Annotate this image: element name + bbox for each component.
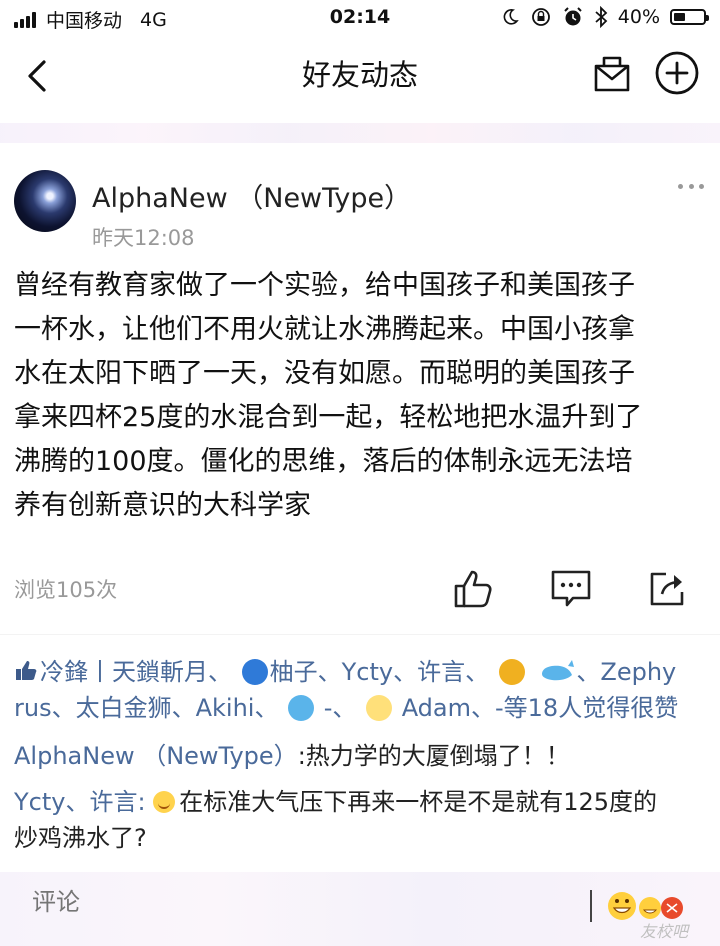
moon-icon: [503, 9, 519, 25]
comment-item[interactable]: AlphaNew （NewType）:热力学的大厦倒塌了！！: [14, 738, 714, 774]
user-badge-icon: [241, 659, 268, 685]
whale-icon: [542, 660, 575, 681]
comment-text: :热力学的大厦倒塌了！！: [297, 742, 570, 770]
view-count: 浏览105次: [14, 578, 118, 602]
comment-text: 在标准大气压下再来一杯是不是就有125度的: [179, 788, 658, 816]
content-line: 拿来四杯25度的水混合到一起，轻松地把水温升到了: [14, 402, 643, 433]
mail-icon[interactable]: [590, 52, 634, 96]
thumbs-up-icon: [16, 661, 37, 680]
smile-emoji-icon: [153, 791, 176, 813]
comment-icon[interactable]: [549, 566, 593, 610]
like-names[interactable]: Adam、-等18人觉得很赞: [402, 694, 679, 722]
status-right: 40%: [500, 6, 709, 28]
share-icon[interactable]: [646, 566, 690, 610]
post-author[interactable]: AlphaNew （NewType）: [92, 176, 411, 215]
alarm-icon: [564, 7, 582, 26]
comment-text: 炒鸡沸水了?: [14, 824, 147, 852]
content-line: 沸腾的100度。僵化的思维，落后的体制永远无法培: [14, 446, 633, 477]
comment-bar: 友校吧: [0, 872, 720, 946]
battery-percent: 40%: [617, 6, 660, 28]
divider: [590, 890, 592, 922]
more-dots-icon[interactable]: [678, 184, 704, 192]
battery-icon: [670, 9, 709, 25]
nav-bar: 好友动态: [0, 36, 720, 116]
cloud-badge-icon: [288, 695, 315, 721]
watermark: 友校吧: [640, 922, 689, 941]
thumbs-up-icon[interactable]: [452, 566, 496, 610]
likes-list: 冷鋒丨天鎖斬月、 柚子、Ycty、许言、 、Zephy rus、太白金狮、Aki…: [14, 654, 714, 726]
comment-input[interactable]: [30, 888, 344, 918]
divider: [0, 634, 720, 635]
status-bar: 中国移动 4G 02:14 40%: [0, 0, 720, 36]
comment-author[interactable]: AlphaNew （NewType）: [14, 742, 298, 770]
comment-item[interactable]: Ycty、许言: 在标准大气压下再来一杯是不是就有125度的 炒鸡沸水了?: [14, 784, 714, 856]
content-line: 曾经有教育家做了一个实验，给中国孩子和美国孩子: [14, 270, 635, 301]
like-names[interactable]: 冷鋒丨天鎖斬月、: [40, 658, 232, 686]
content-line: 一杯水，让他们不用火就让水沸腾起来。中国小孩拿: [14, 314, 635, 345]
header-divider: [0, 123, 720, 143]
like-names[interactable]: 柚子、Ycty、许言、: [270, 658, 489, 686]
crown-badge-icon: [498, 659, 525, 685]
sun-badge-icon: [366, 695, 393, 721]
like-names[interactable]: -、: [324, 694, 357, 722]
like-names[interactable]: rus、太白金狮、Akihi、: [14, 694, 278, 722]
comment-author[interactable]: Ycty、许言:: [14, 788, 146, 816]
content-line: 养有创新意识的大科学家: [14, 490, 311, 521]
lock-rotation-icon: [531, 8, 550, 26]
avatar[interactable]: [14, 170, 76, 232]
bluetooth-icon: [595, 6, 608, 28]
like-names[interactable]: 、Zephy: [576, 658, 676, 686]
add-circle-icon[interactable]: [654, 50, 700, 96]
content-line: 水在太阳下晒了一天，没有如愿。而聪明的美国孩子: [14, 358, 635, 389]
post-content: 曾经有教育家做了一个实验，给中国孩子和美国孩子 一杯水，让他们不用火就让水沸腾起…: [14, 264, 709, 528]
post-time: 昨天12:08: [92, 226, 195, 250]
